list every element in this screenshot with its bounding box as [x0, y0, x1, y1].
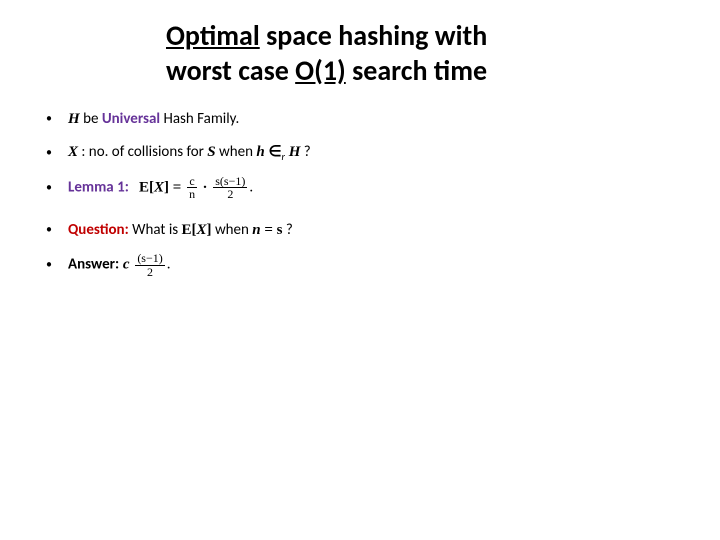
txt-qmark2: ?	[283, 221, 293, 239]
title-o1: O(1)	[295, 53, 346, 88]
bullet-row-5: • Answer: c (s−1) 2 .	[46, 252, 680, 278]
bullet-row-3: • Lemma 1: E[X] = c n · s(s−1) 2 .	[46, 175, 680, 201]
label-question: Question:	[68, 221, 129, 239]
sym-H: H	[68, 111, 80, 127]
txt-whatis: What is	[129, 221, 182, 239]
sym-n: n	[252, 222, 260, 238]
bullet-row-4: • Question: What is E[X] when n = s ?	[46, 219, 680, 242]
slide: Optimal space hashing with worst case O(…	[0, 0, 720, 540]
bullet-dot-icon: •	[46, 110, 68, 129]
frac-den-2b: 2	[135, 266, 164, 279]
txt-qmark: ?	[300, 143, 310, 161]
row5-text: Answer: c (s−1) 2 .	[68, 252, 680, 278]
sym-in: ∈	[265, 144, 282, 160]
row1-text: H be Universal Hash Family.	[68, 108, 680, 131]
sym-X: X	[68, 144, 78, 160]
sym-X3: X	[197, 222, 207, 238]
txt-be: be	[80, 110, 102, 128]
sym-h: h	[256, 144, 264, 160]
label-answer: Answer:	[68, 256, 119, 274]
title-word-optimal: Optimal	[166, 18, 260, 53]
slide-title: Optimal space hashing with worst case O(…	[166, 18, 680, 88]
sym-eq-s: = s	[261, 222, 283, 238]
txt-universal: Universal	[102, 110, 160, 128]
bullet-dot-icon: •	[46, 256, 68, 275]
title-rest-2a: worst case	[166, 53, 295, 88]
bullet-dot-icon: •	[46, 144, 68, 163]
bullet-row-1: • H be Universal Hash Family.	[46, 108, 680, 131]
title-rest-1: space hashing with	[260, 18, 488, 53]
row4-text: Question: What is E[X] when n = s ?	[68, 219, 680, 242]
title-rest-2c: search time	[346, 53, 487, 88]
row3-text: Lemma 1: E[X] = c n · s(s−1) 2 .	[68, 175, 680, 201]
bullet-row-2: • X : no. of collisions for S when h ∈r …	[46, 141, 680, 165]
txt-period2: .	[167, 256, 171, 274]
frac-s1-over-2: (s−1) 2	[135, 252, 164, 278]
sym-X2: X	[154, 179, 164, 195]
bullet-dot-icon: •	[46, 179, 68, 198]
txt-collisions: : no. of collisions for	[78, 143, 207, 161]
sym-Eopen2: E[	[182, 222, 197, 238]
sym-Eopen: E[	[139, 179, 154, 195]
txt-hashfamily: Hash Family.	[160, 110, 239, 128]
slide-content: • H be Universal Hash Family. • X : no. …	[46, 108, 680, 278]
row2-text: X : no. of collisions for S when h ∈r H …	[68, 141, 680, 165]
frac-den-n: n	[187, 188, 197, 201]
frac-den-2: 2	[213, 188, 247, 201]
sym-cdot: ·	[203, 179, 212, 195]
sym-H2: H	[285, 144, 300, 160]
sym-Eclose: ] =	[164, 179, 185, 195]
sym-S: S	[207, 144, 215, 160]
frac-num-s1: (s−1)	[135, 252, 164, 266]
frac-c-over-n: c n	[187, 175, 197, 201]
txt-period: .	[249, 178, 253, 196]
txt-when: when	[216, 143, 257, 161]
frac-ss1-over-2: s(s−1) 2	[213, 175, 247, 201]
frac-num-c: c	[187, 175, 197, 189]
txt-when2: when	[212, 221, 253, 239]
frac-num-ss1: s(s−1)	[213, 175, 247, 189]
bullet-dot-icon: •	[46, 221, 68, 240]
sym-c: c	[119, 257, 133, 273]
label-lemma1: Lemma 1:	[68, 178, 129, 196]
